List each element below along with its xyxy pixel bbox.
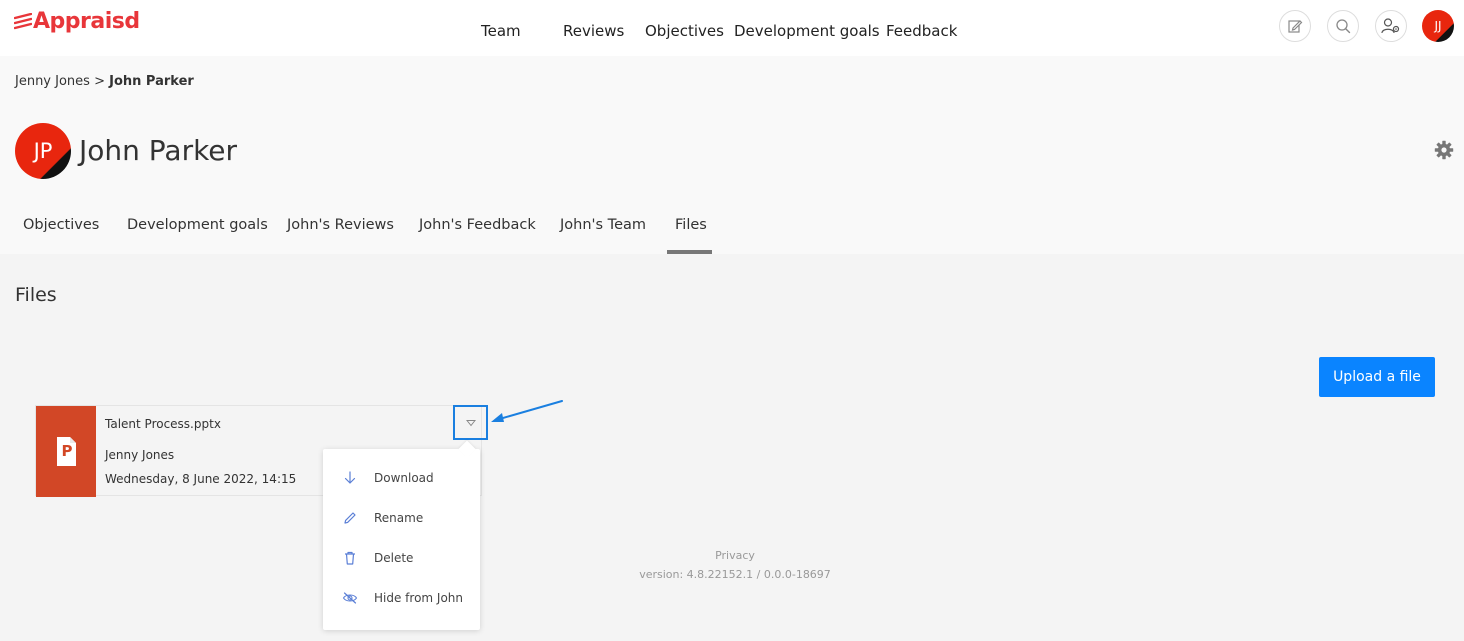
active-tab-indicator (667, 250, 712, 254)
profile-avatar: JP (15, 123, 71, 179)
breadcrumb-parent[interactable]: Jenny Jones (15, 74, 90, 89)
top-bar: Appraisd Team Reviews Objectives Develop… (0, 0, 1464, 56)
breadcrumb-current: John Parker (109, 74, 194, 89)
tab-objectives[interactable]: Objectives (23, 217, 99, 233)
tab-development-goals[interactable]: Development goals (127, 217, 268, 233)
profile-name: John Parker (79, 134, 238, 167)
nav-item-team[interactable]: Team (481, 22, 521, 40)
profile-settings-button[interactable] (1434, 140, 1454, 165)
edit-button[interactable] (1279, 10, 1311, 42)
search-button[interactable] (1327, 10, 1359, 42)
annotation-arrow-icon (491, 400, 563, 422)
nav-item-objectives[interactable]: Objectives (645, 22, 724, 40)
nav-item-development-goals[interactable]: Development goals (734, 22, 880, 40)
pencil-icon (344, 512, 356, 524)
file-actions-dropdown-toggle[interactable] (453, 405, 488, 440)
file-name: Talent Process.pptx (105, 417, 221, 431)
menu-item-label: Hide from John (374, 591, 464, 605)
nav-item-feedback[interactable]: Feedback (886, 22, 957, 40)
file-owner: Jenny Jones (105, 448, 175, 462)
menu-item-download[interactable]: Download (323, 458, 480, 498)
tab-files[interactable]: Files (675, 217, 707, 233)
breadcrumb-separator: > (94, 74, 105, 89)
chevron-down-icon (465, 419, 476, 426)
menu-item-rename[interactable]: Rename (323, 498, 480, 538)
edit-icon (1288, 20, 1303, 33)
footer-version: version: 4.8.22152.1 / 0.0.0-18697 (639, 568, 831, 581)
user-settings-icon (1381, 18, 1400, 34)
user-settings-button[interactable] (1375, 10, 1407, 42)
search-icon (1336, 19, 1351, 34)
tab-team[interactable]: John's Team (560, 217, 646, 233)
menu-item-label: Download (374, 471, 434, 485)
download-icon (344, 471, 356, 484)
main-nav: Team Reviews Objectives Development goal… (0, 0, 1464, 56)
files-section-title: Files (15, 284, 57, 306)
profile-header: Jenny Jones > John Parker JP John Parker… (0, 56, 1464, 254)
file-date: Wednesday, 8 June 2022, 14:15 (105, 472, 297, 486)
tab-reviews[interactable]: John's Reviews (287, 217, 394, 233)
eye-slash-icon (342, 592, 358, 604)
footer-privacy-link[interactable]: Privacy (0, 549, 1464, 562)
breadcrumb: Jenny Jones > John Parker (15, 74, 194, 89)
file-type-letter: P (61, 442, 73, 460)
nav-item-reviews[interactable]: Reviews (563, 22, 624, 40)
file-actions-menu: Download Rename Delete Hide from John (323, 440, 480, 630)
tab-feedback[interactable]: John's Feedback (419, 217, 536, 233)
user-avatar[interactable]: JJ (1422, 10, 1454, 42)
upload-file-button[interactable]: Upload a file (1319, 357, 1435, 397)
file-type-thumbnail: P (36, 406, 96, 497)
menu-item-hide[interactable]: Hide from John (323, 578, 480, 618)
gear-icon (1434, 140, 1454, 160)
menu-item-label: Rename (374, 511, 424, 525)
